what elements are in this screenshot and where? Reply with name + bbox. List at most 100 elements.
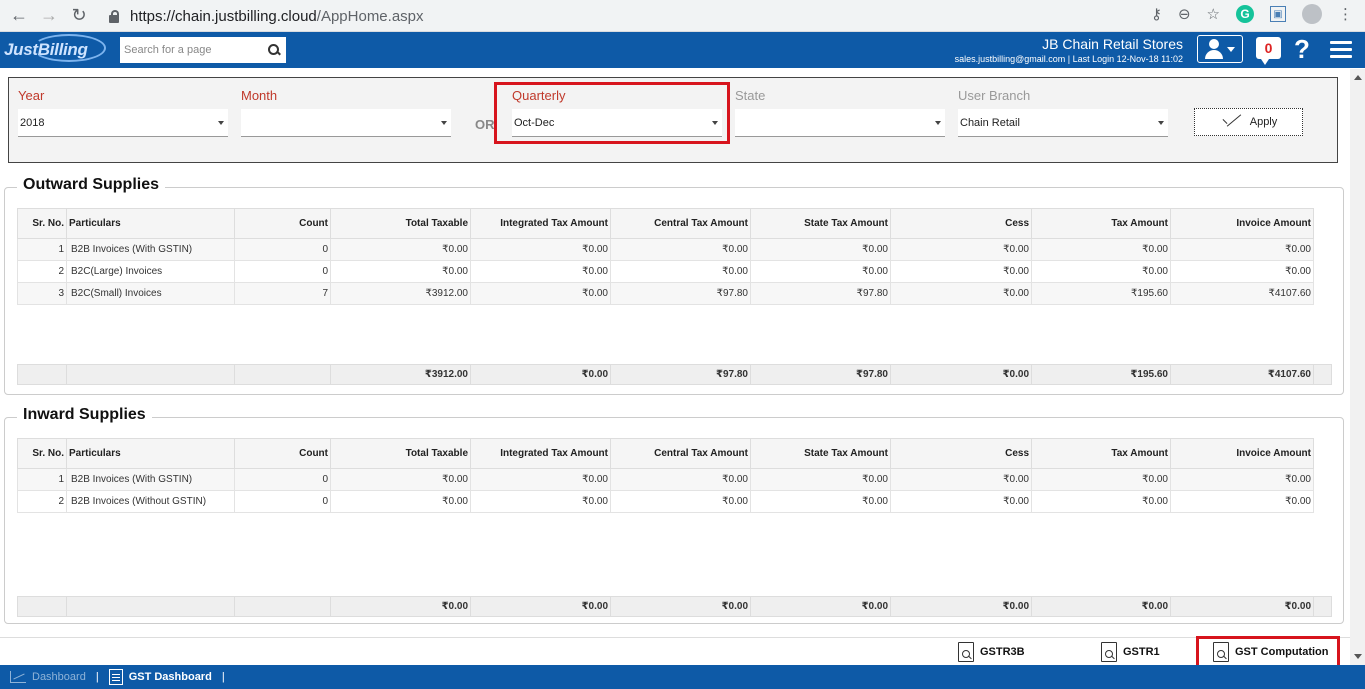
table-cell: ₹0.00 (750, 490, 891, 513)
search-input[interactable] (124, 44, 264, 56)
gstr1-button[interactable]: GSTR1 (1101, 641, 1160, 663)
hamburger-menu-icon[interactable] (1330, 41, 1352, 59)
gstr3b-button[interactable]: GSTR3B (958, 641, 1025, 663)
column-header[interactable]: Count (234, 208, 331, 239)
table-cell: ₹0.00 (1031, 468, 1171, 491)
table-cell: ₹0.00 (330, 490, 471, 513)
column-header-filler (1313, 438, 1332, 469)
browser-toolbar: ← → ↻ https://chain.justbilling.cloud/Ap… (0, 0, 1365, 32)
profile-avatar-icon[interactable] (1302, 4, 1322, 24)
report-toolbar: GSTR3B GSTR1 GST Computation (0, 637, 1350, 665)
year-label: Year (18, 88, 45, 103)
table-cell: ₹0.00 (750, 238, 891, 261)
total-cell (17, 364, 67, 385)
year-filter: Year 2018 (18, 88, 228, 137)
column-header[interactable]: Sr. No. (17, 208, 67, 239)
more-vert-icon[interactable]: ⋮ (1338, 5, 1353, 23)
column-header[interactable]: Sr. No. (17, 438, 67, 469)
totals-row: ₹0.00 ₹0.00 ₹0.00 ₹0.00 ₹0.00 ₹0.00 ₹0.00 (17, 596, 1332, 617)
dropdown-caret-icon (935, 120, 941, 125)
column-header[interactable]: Integrated Tax Amount (470, 438, 611, 469)
column-header[interactable]: Tax Amount (1031, 438, 1171, 469)
column-header[interactable]: Total Taxable (330, 208, 471, 239)
table-cell: ₹0.00 (1170, 490, 1314, 513)
column-header[interactable]: Cess (890, 438, 1032, 469)
table-header-row: Sr. No. Particulars Count Total Taxable Inte… (17, 208, 1332, 239)
column-header[interactable]: Count (234, 438, 331, 469)
page-search (120, 37, 286, 63)
column-header[interactable]: Central Tax Amount (610, 438, 751, 469)
tab-gst-dashboard[interactable]: GST Dashboard (108, 669, 212, 685)
total-cell: ₹0.00 (1170, 596, 1314, 617)
table-row[interactable]: 2 B2B Invoices (Without GSTIN) 0 ₹0.00 ₹0.00… (17, 490, 1332, 513)
table-cell: ₹0.00 (1031, 238, 1171, 261)
table-cell: ₹0.00 (890, 468, 1032, 491)
table-row[interactable]: 2 B2C(Large) Invoices 0 ₹0.00 ₹0.00 ₹0.00 ₹0.0… (17, 260, 1332, 283)
state-select[interactable] (735, 109, 945, 137)
outward-table: Sr. No. Particulars Count Total Taxable Inte… (17, 208, 1332, 385)
branch-select[interactable]: Chain Retail (958, 109, 1168, 137)
reload-icon[interactable]: ↻ (68, 5, 90, 27)
user-menu-button[interactable] (1197, 35, 1243, 63)
column-header[interactable]: Invoice Amount (1170, 438, 1314, 469)
zoom-icon[interactable]: ⊖ (1178, 5, 1191, 23)
justbilling-logo[interactable]: JustBilling (4, 34, 106, 62)
month-select[interactable] (241, 109, 451, 137)
dropdown-caret-icon (218, 120, 224, 125)
total-cell: ₹0.00 (890, 364, 1032, 385)
total-cell: ₹195.60 (1031, 364, 1171, 385)
chart-icon (10, 671, 26, 683)
table-row[interactable]: 1 B2B Invoices (With GSTIN) 0 ₹0.00 ₹0.00 ₹0.… (17, 468, 1332, 491)
table-cell: 0 (234, 238, 331, 261)
row-filler (1313, 468, 1332, 491)
column-header[interactable]: Central Tax Amount (610, 208, 751, 239)
outward-title: Outward Supplies (17, 176, 166, 194)
column-header[interactable]: Particulars (66, 438, 235, 469)
address-bar[interactable]: https://chain.justbilling.cloud/AppHome.… (108, 3, 1208, 29)
url-path: /AppHome.aspx (316, 7, 424, 25)
extension-icon[interactable]: ▣ (1270, 6, 1286, 22)
column-header[interactable]: Integrated Tax Amount (470, 208, 611, 239)
column-header[interactable]: Invoice Amount (1170, 208, 1314, 239)
total-filler (1313, 364, 1332, 385)
table-cell: ₹0.00 (470, 282, 611, 305)
total-cell: ₹3912.00 (330, 364, 471, 385)
table-cell: 1 (17, 238, 67, 261)
page-scrollbar[interactable] (1350, 69, 1365, 665)
column-header[interactable]: Cess (890, 208, 1032, 239)
key-icon[interactable]: ⚷ (1151, 5, 1162, 23)
table-row[interactable]: 3 B2C(Small) Invoices 7 ₹3912.00 ₹0.00 ₹97.80… (17, 282, 1332, 305)
table-cell: ₹0.00 (610, 238, 751, 261)
table-header-row: Sr. No. Particulars Count Total Taxable Inte… (17, 438, 1332, 469)
totals-row: ₹3912.00 ₹0.00 ₹97.80 ₹97.80 ₹0.00 ₹195.60 ₹41… (17, 364, 1332, 385)
help-icon[interactable]: ? (1294, 34, 1310, 65)
table-cell: ₹195.60 (1031, 282, 1171, 305)
apply-button[interactable]: Apply (1194, 108, 1303, 136)
column-header[interactable]: Tax Amount (1031, 208, 1171, 239)
column-header[interactable]: Particulars (66, 208, 235, 239)
column-header[interactable]: State Tax Amount (750, 438, 891, 469)
year-select[interactable]: 2018 (18, 109, 228, 137)
table-spacer (18, 305, 1332, 365)
table-cell: 0 (234, 468, 331, 491)
forward-arrow-icon[interactable]: → (38, 5, 60, 27)
row-filler (1313, 282, 1332, 305)
dropdown-caret-icon (1158, 120, 1164, 125)
search-icon[interactable] (268, 44, 280, 56)
notification-icon[interactable]: 0 (1256, 37, 1281, 65)
tab-dashboard[interactable]: Dashboard (10, 671, 86, 683)
notification-count: 0 (1264, 40, 1273, 56)
inward-title: Inward Supplies (17, 406, 152, 424)
column-header[interactable]: Total Taxable (330, 438, 471, 469)
table-row[interactable]: 1 B2B Invoices (With GSTIN) 0 ₹0.00 ₹0.00 ₹0.… (17, 238, 1332, 261)
column-header[interactable]: State Tax Amount (750, 208, 891, 239)
total-cell (234, 596, 331, 617)
month-filter: Month (241, 88, 451, 137)
month-label: Month (241, 88, 278, 103)
star-icon[interactable]: ☆ (1207, 5, 1220, 23)
grammarly-extension-icon[interactable]: G (1236, 5, 1254, 23)
back-arrow-icon[interactable]: ← (8, 5, 30, 27)
document-search-icon (958, 642, 974, 662)
check-icon (1220, 115, 1242, 129)
table-cell: B2C(Large) Invoices (66, 260, 235, 283)
